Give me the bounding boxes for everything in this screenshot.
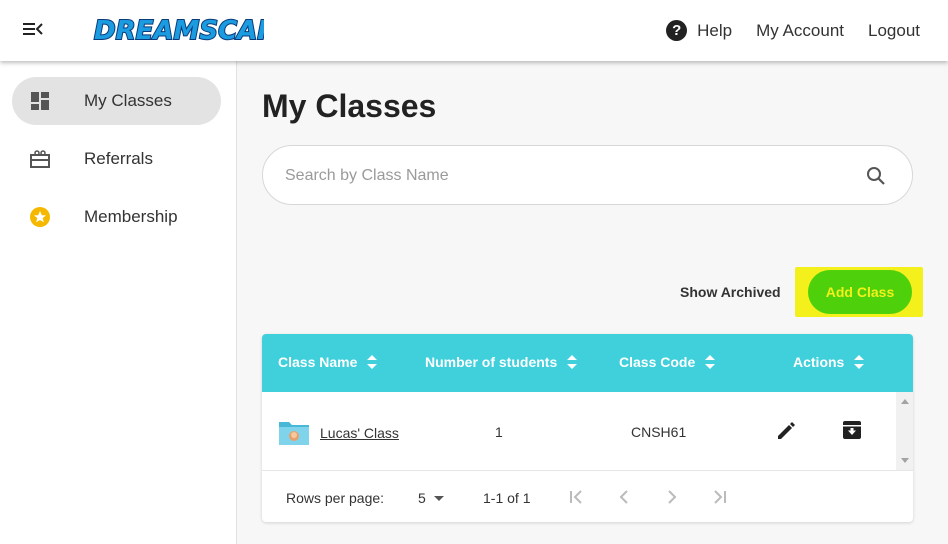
pagination-range: 1-1 of 1: [483, 490, 531, 506]
sidebar-item-label: Referrals: [84, 149, 153, 168]
sidebar-item-my-classes[interactable]: My Classes: [12, 77, 221, 125]
dashboard-icon: [30, 91, 50, 111]
rows-per-page-select[interactable]: 5: [418, 490, 444, 506]
archive-icon[interactable]: [842, 420, 862, 440]
column-header-label: Class Name: [278, 354, 358, 370]
scroll-down-arrow-icon[interactable]: [901, 458, 909, 463]
class-code: CNSH61: [631, 424, 687, 440]
column-header-label: Class Code: [619, 354, 696, 370]
column-header-label: Actions: [793, 354, 845, 370]
logout-link[interactable]: Logout: [868, 21, 920, 41]
rows-per-page-value: 5: [418, 490, 426, 506]
table-header: Class Name Number of students Class Code…: [262, 334, 913, 392]
search-icon[interactable]: [866, 166, 886, 186]
page-title: My Classes: [262, 88, 437, 124]
show-archived-toggle[interactable]: Show Archived: [680, 284, 781, 300]
column-header-class-name[interactable]: Class Name: [278, 354, 378, 370]
sidebar-item-label: Membership: [84, 207, 178, 226]
search-box: [262, 145, 913, 205]
class-folder-icon: [278, 418, 310, 446]
column-header-students[interactable]: Number of students: [425, 354, 578, 370]
column-header-class-code[interactable]: Class Code: [619, 354, 716, 370]
menu-collapse-icon[interactable]: [22, 19, 44, 39]
next-page-icon[interactable]: [662, 487, 682, 507]
help-label: Help: [697, 20, 733, 40]
column-header-actions[interactable]: Actions: [793, 354, 865, 370]
sort-icon: [854, 355, 865, 369]
gift-icon: [30, 149, 50, 169]
sidebar-item-label: My Classes: [84, 91, 172, 110]
rows-per-page-label: Rows per page:: [286, 490, 385, 506]
logo-text: DREAMSCAPE: [94, 16, 264, 46]
previous-page-icon[interactable]: [614, 487, 634, 507]
star-badge-icon: [30, 207, 50, 227]
class-name-link[interactable]: Lucas' Class: [320, 425, 399, 441]
my-account-link[interactable]: My Account: [756, 21, 844, 41]
classes-table: Class Name Number of students Class Code…: [262, 334, 913, 522]
scroll-up-arrow-icon[interactable]: [901, 399, 909, 404]
sidebar-item-membership[interactable]: Membership: [12, 193, 221, 241]
student-count: 1: [495, 424, 503, 440]
edit-pencil-icon[interactable]: [776, 421, 796, 441]
first-page-icon[interactable]: [566, 487, 586, 507]
help-question-icon: ?: [666, 20, 688, 41]
table-scrollbar[interactable]: [896, 392, 913, 470]
help-link[interactable]: ? Help: [666, 20, 732, 41]
sort-icon: [567, 355, 578, 369]
top-header: DREAMSCAPE ? Help My Account Logout: [0, 0, 948, 61]
table-pagination: Rows per page: 5 1-1 of 1: [262, 470, 913, 522]
column-header-label: Number of students: [425, 354, 558, 370]
sort-icon: [367, 355, 378, 369]
table-row: Lucas' Class 1 CNSH61: [262, 392, 896, 470]
sidebar-item-referrals[interactable]: Referrals: [12, 135, 221, 183]
search-input[interactable]: [285, 164, 845, 188]
add-class-button[interactable]: Add Class: [808, 270, 912, 314]
caret-down-icon: [433, 495, 444, 501]
last-page-icon[interactable]: [710, 487, 730, 507]
sort-icon: [705, 355, 716, 369]
dreamscape-logo[interactable]: DREAMSCAPE: [92, 10, 295, 48]
sidebar: My Classes Referrals Membership: [0, 61, 237, 544]
